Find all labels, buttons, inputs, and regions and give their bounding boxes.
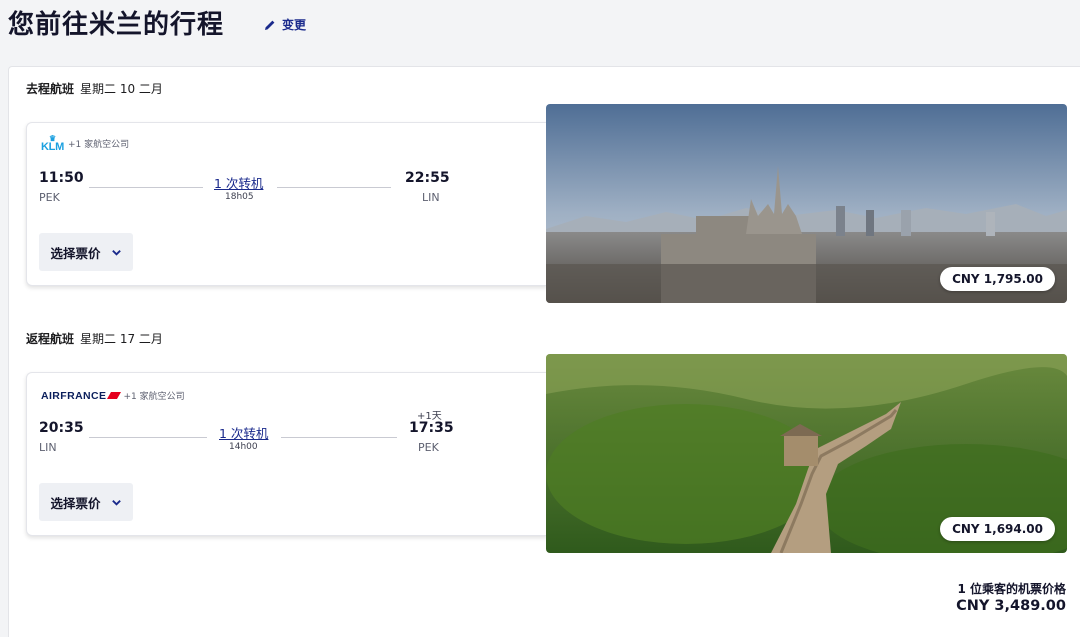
route-line — [89, 187, 203, 188]
total-price-value: CNY 3,489.00 — [956, 598, 1066, 614]
pencil-icon — [265, 20, 275, 30]
return-date: 星期二 17 二月 — [80, 332, 163, 346]
outbound-depart-code: PEK — [39, 191, 60, 204]
outbound-duration: 18h05 — [225, 192, 254, 202]
return-duration: 14h00 — [229, 442, 258, 452]
edit-label: 变更 — [282, 18, 307, 32]
return-arrive-time: 17:35 — [409, 420, 454, 436]
outbound-stops-link[interactable]: 1 次转机 — [214, 173, 263, 192]
milan-skyline-photo: CNY 1,795.00 — [546, 104, 1067, 303]
route-line — [277, 187, 391, 188]
return-depart-time: 20:35 — [39, 420, 84, 436]
airfrance-mark-icon — [107, 392, 122, 399]
great-wall-photo: CNY 1,694.00 — [546, 354, 1067, 553]
return-flight-card[interactable]: AIRFRANCE +1 家航空公司 20:35 LIN 1 次转机 14h00… — [26, 372, 547, 536]
outbound-partners: +1 家航空公司 — [67, 140, 130, 150]
outbound-heading: 去程航班 星期二 10 二月 — [26, 80, 163, 97]
klm-logo: ♛ KLM — [41, 134, 64, 153]
route-line — [281, 437, 397, 438]
edit-trip-link[interactable]: 变更 — [264, 16, 306, 33]
chevron-down-icon — [111, 499, 121, 506]
return-select-fare-button[interactable]: 选择票价 — [39, 483, 133, 521]
airfrance-logo: AIRFRANCE — [41, 390, 122, 402]
outbound-arrive-code: LIN — [422, 191, 440, 204]
return-stops-link[interactable]: 1 次转机 — [219, 423, 268, 442]
outbound-airline: ♛ KLM +1 家航空公司 — [41, 134, 130, 153]
outbound-date: 星期二 10 二月 — [80, 82, 163, 96]
return-label: 返程航班 — [26, 332, 75, 346]
return-price-badge: CNY 1,694.00 — [940, 517, 1055, 541]
select-fare-label: 选择票价 — [50, 245, 101, 261]
route-line — [89, 437, 207, 438]
return-depart-code: LIN — [39, 441, 57, 454]
return-heading: 返程航班 星期二 17 二月 — [26, 330, 163, 347]
select-fare-label: 选择票价 — [50, 495, 101, 511]
total-price-label: 1 位乘客的机票价格 — [957, 582, 1066, 596]
return-partners: +1 家航空公司 — [123, 392, 185, 402]
outbound-flight-card[interactable]: ♛ KLM +1 家航空公司 11:50 PEK 1 次转机 18h05 22:5… — [26, 122, 547, 286]
outbound-select-fare-button[interactable]: 选择票价 — [39, 233, 133, 271]
chevron-down-icon — [111, 249, 121, 256]
outbound-price-badge: CNY 1,795.00 — [940, 267, 1055, 291]
outbound-depart-time: 11:50 — [39, 170, 84, 186]
outbound-label: 去程航班 — [26, 82, 75, 96]
outbound-arrive-time: 22:55 — [405, 170, 450, 186]
page-title: 您前往米兰的行程 — [8, 10, 225, 40]
return-airline: AIRFRANCE +1 家航空公司 — [41, 389, 185, 403]
return-arrive-code: PEK — [418, 441, 439, 454]
